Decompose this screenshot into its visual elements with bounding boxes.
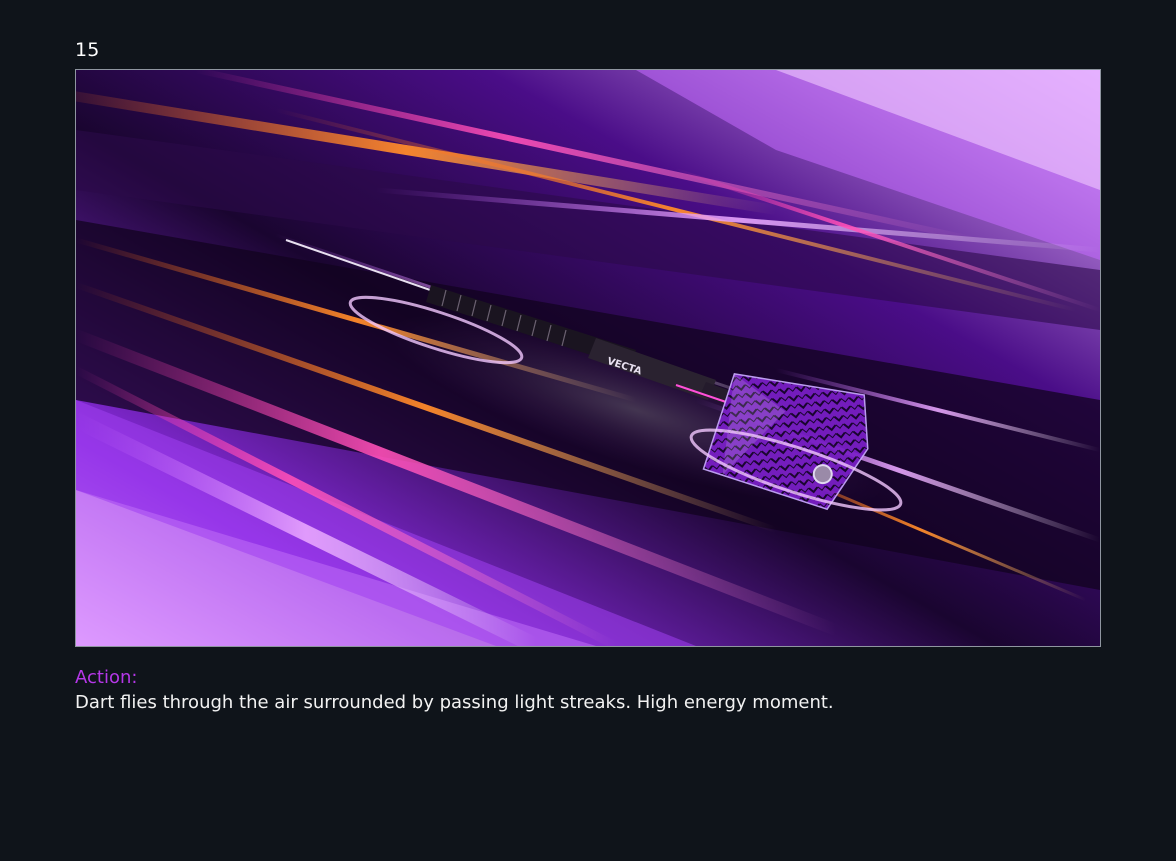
- storyboard-image: VECTA: [75, 69, 1101, 647]
- frame-number: 15: [75, 39, 100, 61]
- caption-text: Dart flies through the air surrounded by…: [75, 692, 834, 713]
- dart-light-streaks-illustration: VECTA: [76, 70, 1100, 646]
- caption-label: Action:: [75, 667, 138, 688]
